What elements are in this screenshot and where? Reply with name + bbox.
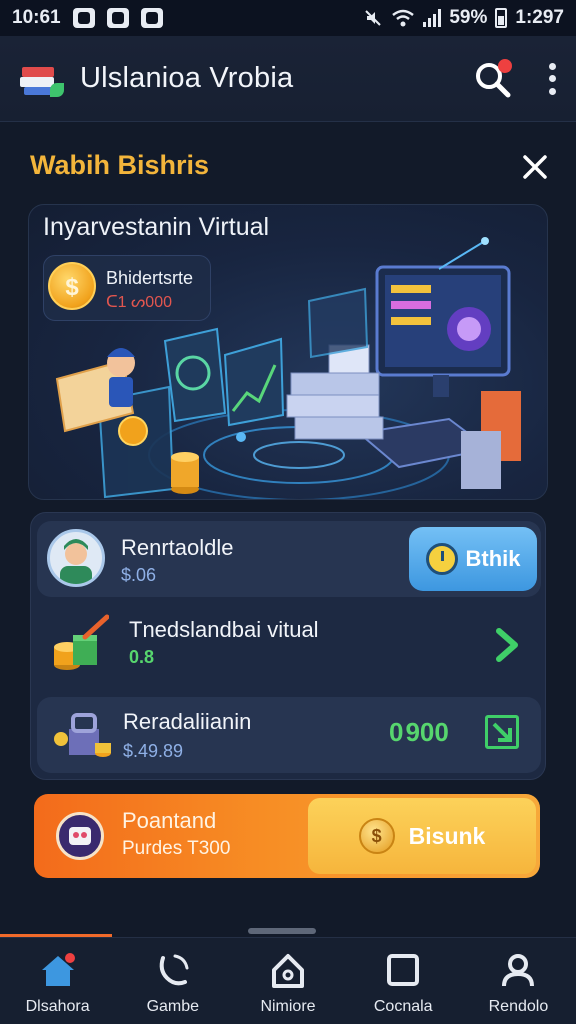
app-bar: Ulslanioa Vrobia bbox=[0, 36, 576, 122]
row-title: Renrtaoldle bbox=[121, 535, 234, 560]
wifi-icon bbox=[392, 9, 415, 27]
hero-card[interactable]: Inyarvestanin Virtual $ Bhidertsrte ᑕ1 ᔕ… bbox=[28, 204, 548, 500]
nav-item-game[interactable]: Gambe bbox=[115, 938, 230, 1024]
row-title: Tnedslandbai vitual bbox=[129, 617, 319, 642]
list-card: Renrtaoldle $.06 Bthik Tnedslandbai vitu… bbox=[30, 512, 546, 780]
row-subtitle: $.06 bbox=[121, 565, 157, 585]
list-item[interactable]: Reradaliianin $.49.89 0 900 bbox=[37, 697, 541, 773]
house-outline-icon bbox=[272, 954, 304, 988]
list-item[interactable]: Tnedslandbai vitual 0.8 bbox=[37, 605, 541, 685]
nav-label: Cocnala bbox=[373, 998, 433, 1015]
external-link-icon[interactable] bbox=[485, 715, 519, 749]
action-button[interactable]: Bthik bbox=[409, 527, 537, 591]
nav-label: Gambe bbox=[146, 998, 200, 1015]
nav-label: Nimiore bbox=[260, 998, 316, 1015]
promo-button[interactable]: $ Bisunk bbox=[308, 798, 536, 874]
signal-icon bbox=[423, 9, 442, 27]
promo-title: Poantand bbox=[122, 808, 217, 833]
coin-icon: $ bbox=[358, 818, 395, 854]
promo-button-label: Bisunk bbox=[408, 822, 486, 849]
nav-label: Dlsahora bbox=[25, 998, 90, 1015]
clock-icon bbox=[425, 543, 458, 575]
row-subtitle: 0.8 bbox=[129, 647, 155, 667]
home-icon bbox=[41, 953, 75, 986]
phone-icon bbox=[159, 954, 189, 986]
investment-illustration bbox=[55, 237, 521, 499]
balance-chip: $ Bhidertsrte ᑕ1 ᔕ000 bbox=[43, 255, 211, 321]
row-value: 0 900 bbox=[389, 717, 449, 748]
chip-value: ᑕ1 ᔕ000 bbox=[106, 294, 172, 311]
promo-subtitle: Purdes T300 bbox=[122, 838, 231, 859]
row-value-amount: 900 bbox=[405, 717, 449, 747]
row-subtitle: $.49.89 bbox=[123, 741, 184, 761]
mute-icon bbox=[365, 10, 382, 26]
row-title: Reradaliianin bbox=[123, 709, 252, 734]
action-button-label: Bthik bbox=[465, 546, 521, 571]
notification-badge bbox=[498, 58, 512, 73]
hero-title: Inyarvestanin Virtual bbox=[43, 213, 270, 241]
nav-label: Rendolo bbox=[488, 998, 549, 1015]
notification-icon bbox=[72, 8, 95, 28]
coin-icon: $ bbox=[48, 262, 96, 310]
battery-percent: 59% bbox=[449, 7, 488, 28]
notification-icon bbox=[140, 8, 163, 28]
promo-banner[interactable]: Poantand Purdes T300 $ Bisunk bbox=[34, 794, 540, 878]
money-stack-icon bbox=[54, 614, 109, 670]
status-bar: 10:61 59% 1:297 bbox=[0, 0, 576, 36]
nav-item-home[interactable]: Dlsahora bbox=[0, 938, 115, 1024]
row-value-prefix: 0 bbox=[389, 717, 404, 747]
nav-item-square[interactable]: Cocnala bbox=[346, 938, 461, 1024]
home-indicator[interactable] bbox=[248, 928, 316, 934]
chevron-right-icon[interactable] bbox=[493, 625, 521, 665]
nav-item-house[interactable]: Nimiore bbox=[230, 938, 345, 1024]
square-icon bbox=[387, 954, 420, 986]
lock-box-icon bbox=[54, 713, 111, 757]
app-logo-icon bbox=[20, 59, 64, 99]
app-title: Ulslanioa Vrobia bbox=[80, 62, 294, 94]
status-clock: 1:297 bbox=[515, 7, 564, 28]
list-item[interactable]: Renrtaoldle $.06 Bthik bbox=[37, 521, 541, 597]
search-button[interactable] bbox=[472, 58, 512, 99]
user-icon bbox=[502, 954, 535, 987]
close-icon[interactable] bbox=[520, 152, 550, 182]
battery-icon bbox=[495, 8, 508, 28]
nav-item-profile[interactable]: Rendolo bbox=[461, 938, 576, 1024]
more-vert-icon[interactable] bbox=[548, 62, 556, 95]
bottom-nav: Dlsahora Gambe Nimiore Cocnala Rendolo bbox=[0, 937, 576, 1024]
notification-icon bbox=[106, 8, 129, 28]
section-title: Wabih Bishris bbox=[30, 150, 210, 180]
status-time: 10:61 bbox=[12, 7, 61, 28]
promo-icon bbox=[56, 812, 104, 860]
chip-label: Bhidertsrte bbox=[106, 268, 194, 288]
avatar bbox=[47, 529, 105, 587]
